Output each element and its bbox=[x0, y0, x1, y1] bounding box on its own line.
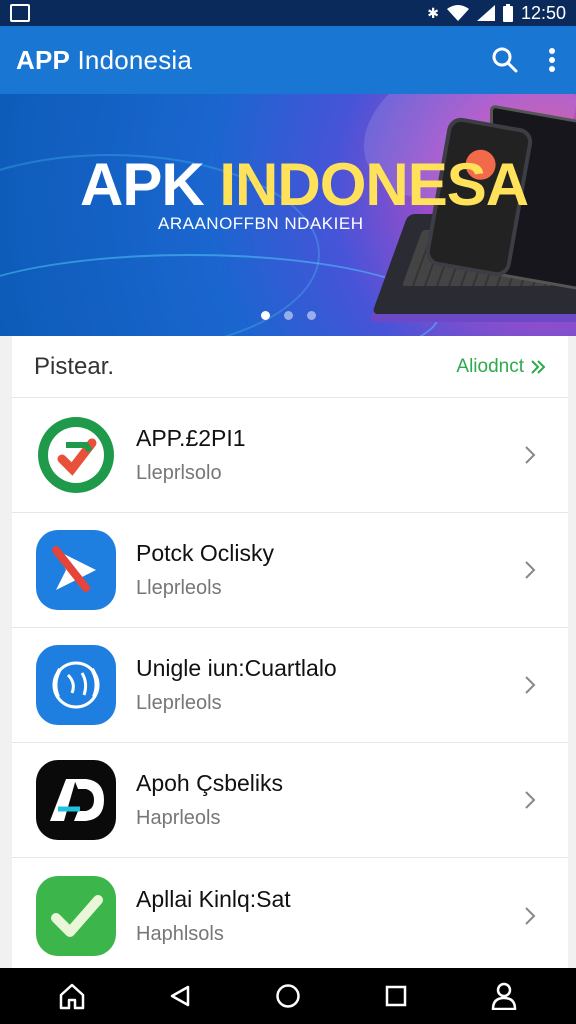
banner-subtitle: ARAANOFFBN NDAKIEH bbox=[158, 214, 364, 233]
app-list-card: Pistear. Aliodnct APP.£2PI1 Lleprlsolo P… bbox=[12, 336, 568, 968]
page-dot-3[interactable] bbox=[306, 311, 316, 320]
battery-icon bbox=[502, 4, 513, 22]
app-name: APP.£2PI1 bbox=[136, 425, 246, 451]
globe-laurel-icon bbox=[36, 645, 116, 725]
ad-logo-icon bbox=[36, 760, 116, 840]
see-all-label: Aliodnct bbox=[456, 355, 524, 377]
banner-page-indicator bbox=[0, 311, 576, 320]
app-subtitle: Lleprlsolo bbox=[136, 462, 222, 484]
vibrate-icon: ✱ bbox=[427, 4, 439, 21]
clock: 12:50 bbox=[520, 2, 566, 23]
page-dot-2[interactable] bbox=[283, 311, 293, 320]
overflow-menu-icon[interactable] bbox=[548, 47, 556, 73]
profile-icon[interactable] bbox=[480, 972, 528, 1020]
banner-headline-white: APK bbox=[80, 151, 205, 218]
list-item[interactable]: Unigle iun:Cuartlalo Lleprleols bbox=[12, 628, 568, 743]
app-subtitle: Haphlsols bbox=[136, 922, 224, 945]
app-subtitle: Haprleols bbox=[136, 807, 221, 829]
page-dot-1[interactable] bbox=[260, 311, 270, 320]
app-bar: APP Indonesia bbox=[0, 26, 576, 94]
banner-headline: APK INDONESA bbox=[80, 150, 529, 219]
double-chevron-right-icon bbox=[531, 359, 546, 374]
app-title-bold: APP bbox=[16, 44, 71, 75]
chevron-right-icon bbox=[518, 788, 542, 812]
section-header: Pistear. Aliodnct bbox=[12, 336, 568, 398]
chevron-right-icon bbox=[518, 443, 542, 467]
wifi-icon bbox=[446, 5, 469, 21]
promo-banner[interactable]: APK INDONESA ARAANOFFBN NDAKIEH bbox=[0, 94, 576, 336]
send-arrow-icon bbox=[36, 530, 116, 610]
banner-headline-yellow: INDONESA bbox=[203, 151, 529, 218]
app-subtitle: Lleprleols bbox=[136, 577, 222, 599]
checkmark-icon bbox=[36, 875, 116, 956]
back-icon[interactable] bbox=[156, 972, 204, 1020]
chevron-right-icon bbox=[518, 904, 542, 928]
shield-check-icon bbox=[36, 415, 116, 495]
home-icon[interactable] bbox=[48, 972, 96, 1020]
list-item[interactable]: Apllai Kinlq:Sat Haphlsols bbox=[12, 858, 568, 968]
app-name: Unigle iun:Cuartlalo bbox=[136, 655, 337, 681]
app-subtitle: Lleprleols bbox=[136, 692, 222, 714]
app-title: APP Indonesia bbox=[16, 45, 192, 76]
chevron-right-icon bbox=[518, 673, 542, 697]
app-name: Apllai Kinlq:Sat bbox=[136, 885, 291, 912]
list-item[interactable]: APP.£2PI1 Lleprlsolo bbox=[12, 398, 568, 513]
search-icon[interactable] bbox=[492, 47, 518, 73]
signal-icon bbox=[476, 5, 495, 21]
see-all-link[interactable]: Aliodnct bbox=[456, 356, 546, 378]
app-name: Apoh Çsbeliks bbox=[136, 770, 284, 796]
status-bar: ✱ 12:50 bbox=[0, 0, 576, 26]
app-title-light: Indonesia bbox=[70, 44, 193, 75]
recent-apps-icon[interactable] bbox=[372, 972, 420, 1020]
bottom-nav-bar bbox=[0, 968, 576, 1024]
notification-image-icon bbox=[10, 4, 30, 22]
app-name: Potck Oclisky bbox=[136, 540, 275, 566]
section-title: Pistear. bbox=[34, 352, 115, 380]
home-circle-icon[interactable] bbox=[264, 972, 312, 1020]
status-right: ✱ 12:50 bbox=[427, 3, 566, 24]
list-item[interactable]: Potck Oclisky Lleprleols bbox=[12, 513, 568, 628]
list-item[interactable]: Apoh Çsbeliks Haprleols bbox=[12, 743, 568, 858]
chevron-right-icon bbox=[518, 558, 542, 582]
